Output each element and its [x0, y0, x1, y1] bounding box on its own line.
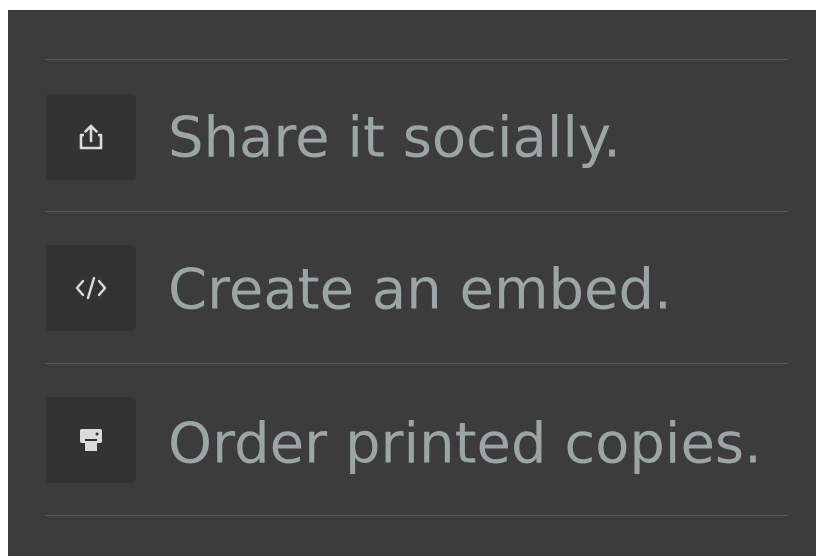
code-icon-container	[46, 245, 136, 331]
create-embed-option[interactable]: Create an embed.	[46, 212, 788, 331]
share-icon-container	[46, 94, 136, 180]
printer-icon	[80, 429, 102, 451]
share-options-panel: Share it socially. Create an embed. Orde…	[8, 10, 816, 556]
share-socially-label: Share it socially.	[168, 105, 621, 171]
create-embed-label: Create an embed.	[168, 257, 672, 323]
share-icon	[79, 124, 103, 150]
share-socially-option[interactable]: Share it socially.	[46, 60, 788, 180]
divider	[46, 515, 788, 516]
order-printed-copies-label: Order printed copies.	[168, 411, 762, 477]
code-icon	[75, 276, 107, 300]
printer-icon-container	[46, 397, 136, 483]
order-printed-copies-option[interactable]: Order printed copies.	[46, 364, 788, 483]
